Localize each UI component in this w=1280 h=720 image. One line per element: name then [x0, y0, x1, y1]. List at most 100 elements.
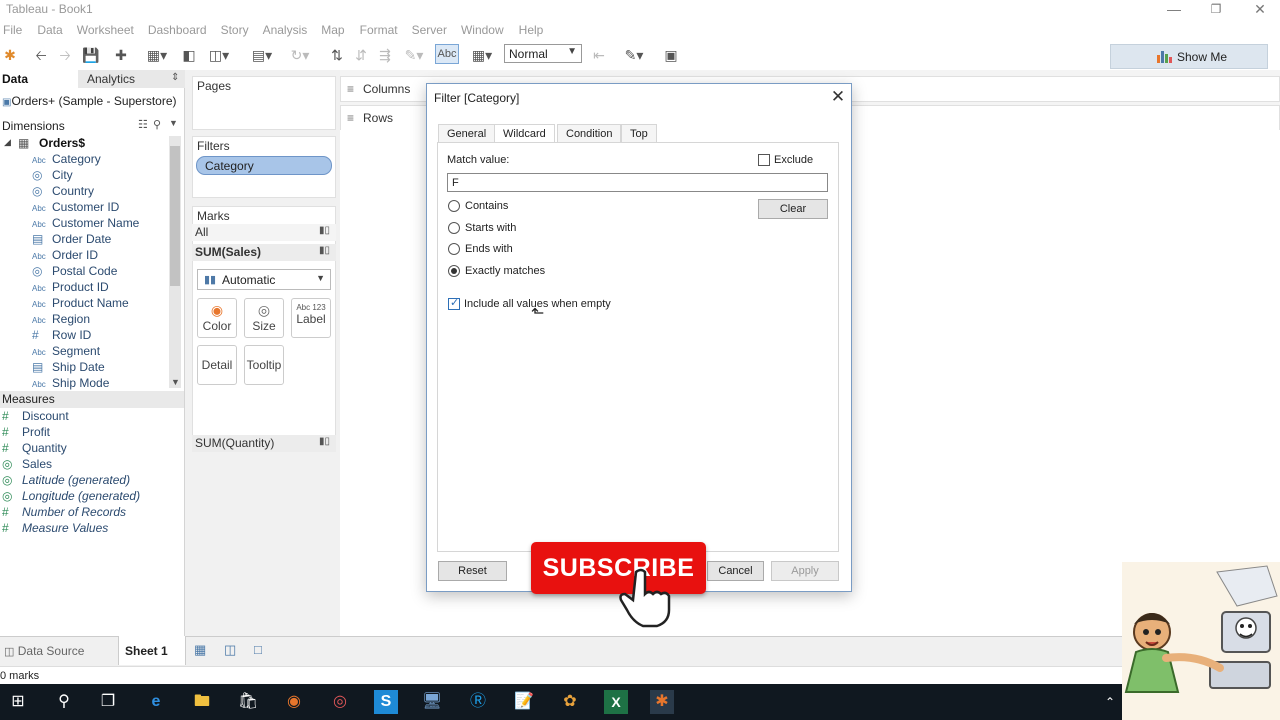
tab-general[interactable]: General — [438, 124, 496, 143]
restore-icon[interactable]: ❐ — [1196, 0, 1236, 20]
dimension-field[interactable]: # Row ID — [32, 328, 91, 344]
menu-map[interactable]: Map — [321, 20, 344, 40]
sort-descending-icon[interactable]: ⇶ — [376, 46, 394, 64]
dimensions-scrollbar[interactable] — [169, 136, 181, 388]
scrollbar-thumb[interactable] — [170, 146, 180, 286]
radio-contains[interactable] — [448, 200, 460, 212]
dimension-field[interactable]: Abc Product ID — [32, 280, 109, 296]
menu-window[interactable]: Window — [461, 20, 504, 40]
dimension-field[interactable]: Abc Region — [32, 312, 90, 328]
menu-format[interactable]: Format — [360, 20, 398, 40]
menu-worksheet[interactable]: Worksheet — [77, 20, 134, 40]
measure-field[interactable]: # Quantity — [0, 441, 67, 457]
highlight-icon[interactable]: ✎▾ — [400, 46, 428, 64]
include-all-checkbox[interactable] — [448, 296, 460, 310]
sharex-icon[interactable]: S — [374, 690, 398, 714]
menu-server[interactable]: Server — [412, 20, 447, 40]
dimension-field[interactable]: Abc Segment — [32, 344, 100, 360]
new-story-icon[interactable]: □ — [254, 636, 262, 665]
mark-type-select[interactable]: ▮▮ Automatic ▼ — [197, 269, 331, 290]
excel-icon[interactable]: X — [604, 690, 628, 714]
presentation-mode-icon[interactable]: ▣ — [662, 46, 680, 64]
remote-desktop-icon[interactable]: 🖥 — [420, 690, 444, 714]
store-icon[interactable]: 🛍 — [236, 690, 260, 714]
marks-all-row[interactable]: All ▮▯ — [192, 224, 336, 241]
marks-sum-sales-row[interactable]: SUM(Sales) ▮▯ — [192, 244, 336, 261]
view-toggle-icon[interactable]: ☷ — [138, 118, 148, 131]
show-labels-button[interactable]: Abc — [435, 44, 459, 64]
measure-field[interactable]: ◎ Latitude (generated) — [0, 473, 130, 489]
radio-ends-with[interactable] — [448, 243, 460, 255]
menu-dashboard[interactable]: Dashboard — [148, 20, 207, 40]
pages-card[interactable]: Pages — [192, 76, 336, 130]
new-dashboard-icon[interactable]: ◫ — [224, 636, 236, 665]
tableau-logo-icon[interactable]: ✱ — [2, 46, 18, 64]
dimension-field[interactable]: Abc Product Name — [32, 296, 129, 312]
show-cards-icon[interactable]: ▦▾ — [468, 46, 496, 64]
forward-icon[interactable]: 🡢 — [56, 46, 74, 64]
reset-button[interactable]: Reset — [438, 561, 507, 581]
edge-icon[interactable]: e — [144, 690, 168, 714]
datasource-name[interactable]: ▣Orders+ (Sample - Superstore) — [2, 94, 177, 108]
dimension-field[interactable]: ◎ Postal Code — [32, 264, 117, 280]
table-name[interactable]: Orders$ — [39, 136, 85, 150]
close-window-icon[interactable]: ✕ — [1240, 0, 1280, 20]
dimension-field[interactable]: ◎ Country — [32, 184, 94, 200]
dimension-field[interactable]: Abc Category — [32, 152, 101, 168]
filter-pill-category[interactable]: Category — [196, 156, 332, 175]
refresh-icon[interactable]: ↻▾ — [286, 46, 314, 64]
back-icon[interactable]: 🡠 — [32, 46, 50, 64]
measure-field[interactable]: # Profit — [0, 425, 50, 441]
task-view-icon[interactable]: ❐ — [96, 690, 120, 714]
match-value-input[interactable]: F — [447, 173, 828, 192]
notepad-icon[interactable]: 📝 — [512, 690, 536, 714]
windows-start-icon[interactable]: ⊞ — [6, 690, 30, 714]
close-icon[interactable]: ✕ — [828, 87, 848, 107]
menu-file[interactable]: File — [3, 20, 22, 40]
firefox-icon[interactable]: ◉ — [282, 690, 306, 714]
detail-button[interactable]: Detail — [197, 345, 237, 385]
dimension-field[interactable]: ▤ Order Date — [32, 232, 111, 248]
dimension-field[interactable]: Abc Ship Mode — [32, 376, 109, 392]
measure-field[interactable]: # Number of Records — [0, 505, 126, 521]
measure-field[interactable]: ◎ Longitude (generated) — [0, 489, 140, 505]
show-me-button[interactable]: Show Me — [1110, 44, 1268, 69]
cancel-button[interactable]: Cancel — [707, 561, 764, 581]
skype-icon[interactable]: Ⓡ — [466, 690, 490, 714]
measure-field[interactable]: # Measure Values — [0, 521, 108, 537]
duplicate-sheet-icon[interactable]: ◧ — [180, 46, 198, 64]
dimension-field[interactable]: Abc Order ID — [32, 248, 98, 264]
dimension-field[interactable]: ◎ City — [32, 168, 73, 184]
apply-button[interactable]: Apply — [771, 561, 839, 581]
pane-menu-icon[interactable]: ⇕ — [171, 72, 179, 83]
clear-button[interactable]: Clear — [758, 199, 828, 219]
tab-data-source[interactable]: ◫ Data Source — [0, 636, 118, 665]
scroll-down-icon[interactable]: ▼ — [171, 377, 180, 387]
swap-icon[interactable]: ⇅ — [328, 46, 346, 64]
tab-condition[interactable]: Condition — [557, 124, 622, 143]
clear-sheet-icon[interactable]: ◫▾ — [204, 46, 234, 64]
chrome-icon[interactable]: ◎ — [328, 690, 352, 714]
sort-ascending-icon[interactable]: ⇵ — [352, 46, 370, 64]
tab-wildcard[interactable]: Wildcard — [494, 124, 555, 144]
tab-top[interactable]: Top — [621, 124, 657, 143]
chevron-up-icon[interactable]: ⌃ — [1098, 690, 1122, 714]
new-worksheet-icon[interactable]: ▦ — [194, 636, 206, 665]
chevron-down-icon[interactable]: ▼ — [169, 118, 178, 128]
label-button[interactable]: Abc 123 Label — [291, 298, 331, 338]
dimension-field[interactable]: Abc Customer Name — [32, 216, 139, 232]
measure-field[interactable]: ◎ Sales — [0, 457, 52, 473]
tab-analytics[interactable]: Analytics — [78, 70, 185, 88]
new-datasource-icon[interactable]: ✚ — [112, 46, 130, 64]
measure-field[interactable]: # Discount — [0, 409, 69, 425]
collapse-triangle-icon[interactable]: ◢ — [4, 137, 11, 148]
tableau-taskbar-icon[interactable]: ✱ — [650, 690, 674, 714]
radio-exactly-matches[interactable] — [448, 265, 460, 277]
pause-updates-icon[interactable]: ▤▾ — [248, 46, 276, 64]
search-icon[interactable]: ⚲ — [52, 690, 76, 714]
marks-sum-quantity-row[interactable]: SUM(Quantity) ▮▯ — [192, 435, 336, 452]
search-icon[interactable]: ⚲ — [153, 118, 161, 131]
app-icon[interactable]: ✿ — [558, 690, 582, 714]
tooltip-button[interactable]: Tooltip — [244, 345, 284, 385]
new-worksheet-icon[interactable]: ▦▾ — [144, 46, 170, 64]
